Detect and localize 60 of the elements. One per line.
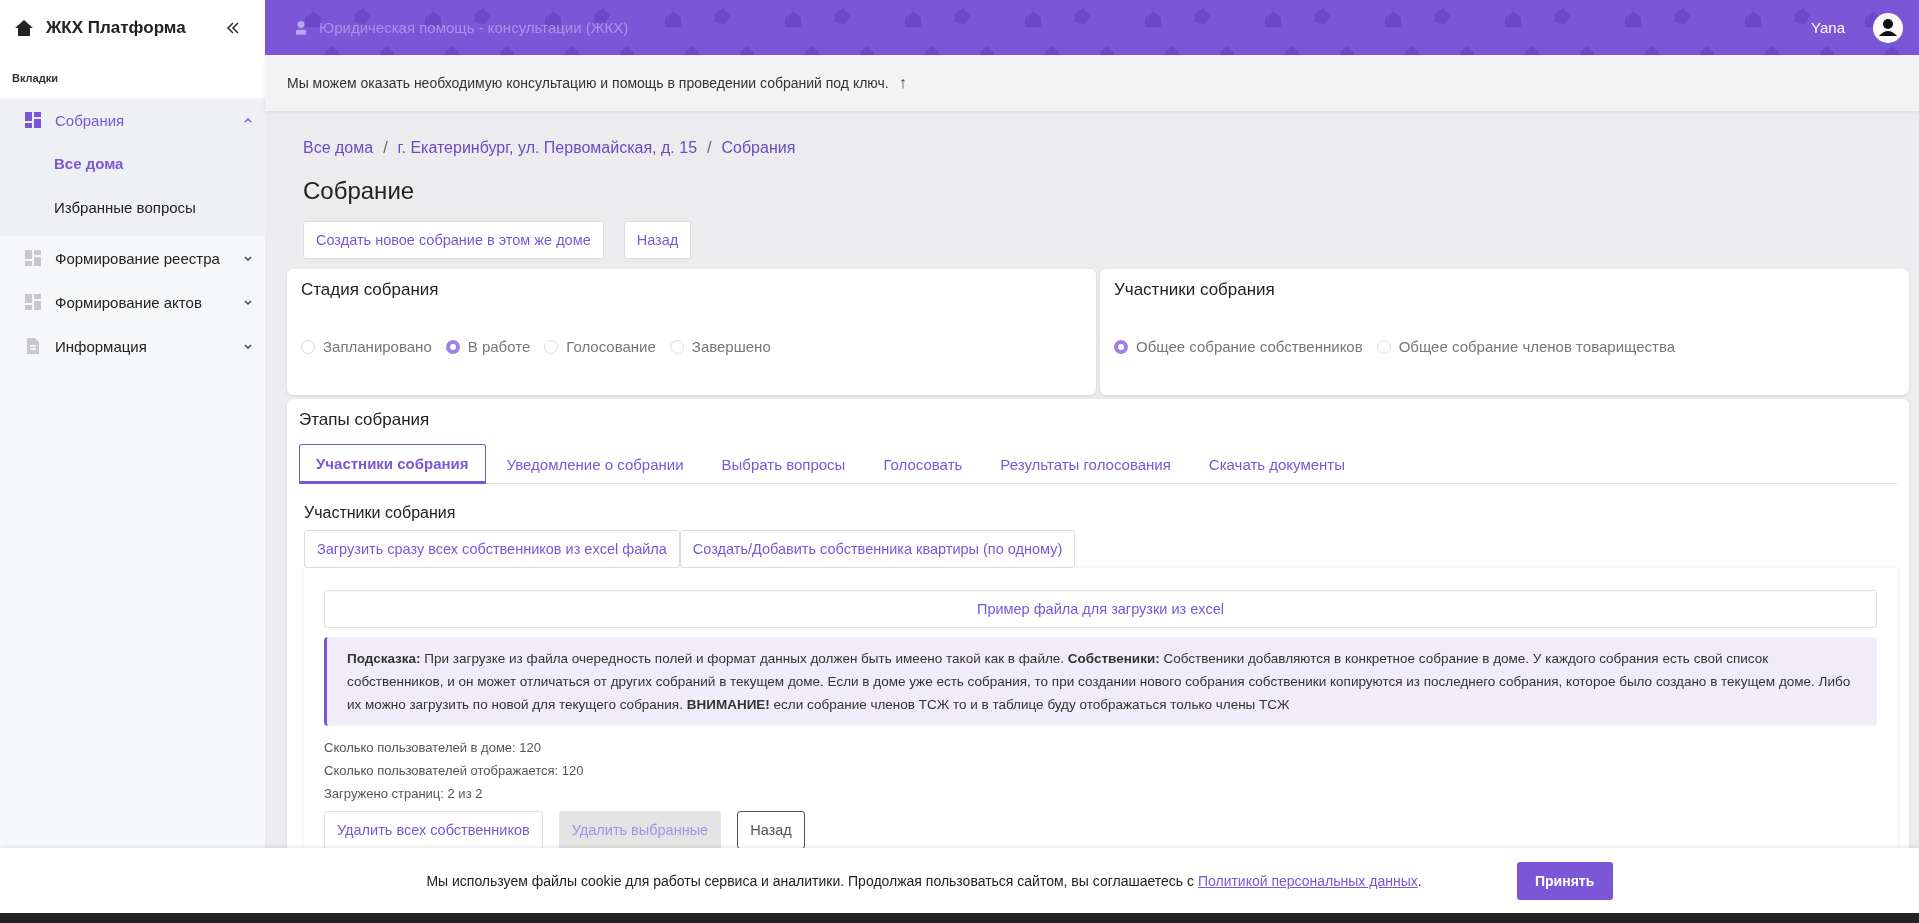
accept-button[interactable]: Принять [1516, 861, 1613, 900]
notice-text: Мы можем оказать необходимую консультацию и помощь в проведении собраний под ключ. [287, 75, 889, 91]
action-button[interactable]: Удалить всех собственников [324, 811, 543, 849]
stat-text: Сколько пользователей отображается: 120 [324, 762, 585, 780]
radio-option[interactable]: Общее собрание членов товарищества [1376, 338, 1676, 355]
example-file-button[interactable]: Пример файла для загрузки из excel [324, 590, 1877, 628]
chevron-down-icon [243, 297, 253, 307]
hint-text: Подсказка: При загрузке из файла очередность полей и формат данных должен быть имеено такой как в файле. Собственики: Собственики добавляются в конкретное собрание в доме. У каждого собрания есть свой список собственников, и он может отличаться от других собраний в текущем доме. Если в доме уже есть собрания, то при создании нового собрания собственики копируются из последнего собрания, которое было создано в текущем доме. Либо их можно загрузить по новой для текущего собрания. ВНИМАНИЕ! если собрание членов ТСЖ то и в таблице буду отображаться только члены ТСЖ [324, 637, 1877, 726]
upload-button[interactable]: Загрузить сразу всех собственников из excel файла [304, 530, 680, 568]
stat-text: Загружено страниц: 2 из 2 [324, 785, 484, 803]
breadcrumb-link[interactable]: Все дома [303, 139, 374, 157]
page-title: Собрание [303, 177, 416, 205]
section-label: Вкладки [0, 55, 265, 98]
collapse-icon[interactable] [225, 19, 241, 36]
sidebar-item[interactable]: Собрания [0, 98, 265, 142]
card-title: Участники собрания [1114, 280, 1276, 300]
action-button[interactable]: Назад [623, 221, 692, 259]
arrow-up-icon[interactable]: ↑ [898, 74, 907, 92]
person-icon [295, 19, 307, 36]
section-title: Участники собрания [304, 504, 457, 522]
grid-icon [25, 294, 41, 310]
chevron-down-icon [243, 341, 253, 351]
radio-option[interactable]: Завершено [669, 338, 771, 355]
upload-button[interactable]: Создать/Добавить собственника квартиры (по одному) [679, 530, 1076, 568]
chevron-down-icon [243, 253, 253, 263]
action-button[interactable]: Назад [737, 811, 805, 849]
radio-option[interactable]: В работе [445, 338, 531, 355]
sidebar-item[interactable]: Формирование реестра [0, 236, 265, 280]
breadcrumb-separator: / [707, 139, 712, 157]
tab[interactable]: Результаты голосования [983, 444, 1188, 484]
header-title: Юридическая помощь - консультации (ЖКХ) [319, 19, 629, 36]
card-title: Стадия собрания [301, 280, 440, 300]
tab[interactable]: Уведомление о собрании [489, 444, 701, 484]
radio-option[interactable]: Запланировано [301, 338, 432, 355]
grid-icon [25, 112, 41, 128]
cookie-text: Мы используем файлы cookie для работы сервиса и аналитики. Продолжая пользоваться сайтом, вы соглашаетесь с Политикой персональных данных. [426, 872, 1422, 889]
breadcrumb-link[interactable]: г. Екатеринбург, ул. Первомайская, д. 15 [397, 139, 698, 157]
brand-title: ЖКХ Платформа [46, 17, 187, 38]
sidebar-subitem[interactable]: Избранные вопросы [0, 186, 265, 230]
grid-icon [25, 250, 41, 266]
card-title: Этапы собрания [299, 410, 431, 430]
tab[interactable]: Скачать документы [1191, 444, 1362, 484]
policy-link[interactable]: Политикой персональных данных [1197, 872, 1418, 889]
sidebar-item[interactable]: Информация [0, 324, 265, 368]
avatar-icon[interactable] [1873, 12, 1903, 43]
sidebar-subitem[interactable]: Все дома [0, 142, 265, 186]
chevron-up-icon [243, 115, 253, 125]
sidebar-item[interactable]: Формирование актов [0, 280, 265, 324]
home-icon [14, 17, 34, 38]
action-button[interactable]: Создать новое собрание в этом же доме [303, 221, 604, 259]
tab[interactable]: Выбрать вопросы [704, 444, 863, 484]
breadcrumb-separator: / [383, 139, 388, 157]
radio-option[interactable]: Общее собрание собственников [1114, 338, 1363, 355]
tab[interactable]: Голосовать [866, 444, 980, 484]
breadcrumb-link[interactable]: Собрания [721, 139, 796, 157]
stat-text: Сколько пользователей в доме: 120 [324, 739, 542, 757]
radio-option[interactable]: Голосование [544, 338, 656, 355]
tab[interactable]: Участники собрания [299, 444, 486, 484]
document-icon [25, 338, 41, 354]
user-name[interactable]: Yana [1811, 19, 1845, 36]
